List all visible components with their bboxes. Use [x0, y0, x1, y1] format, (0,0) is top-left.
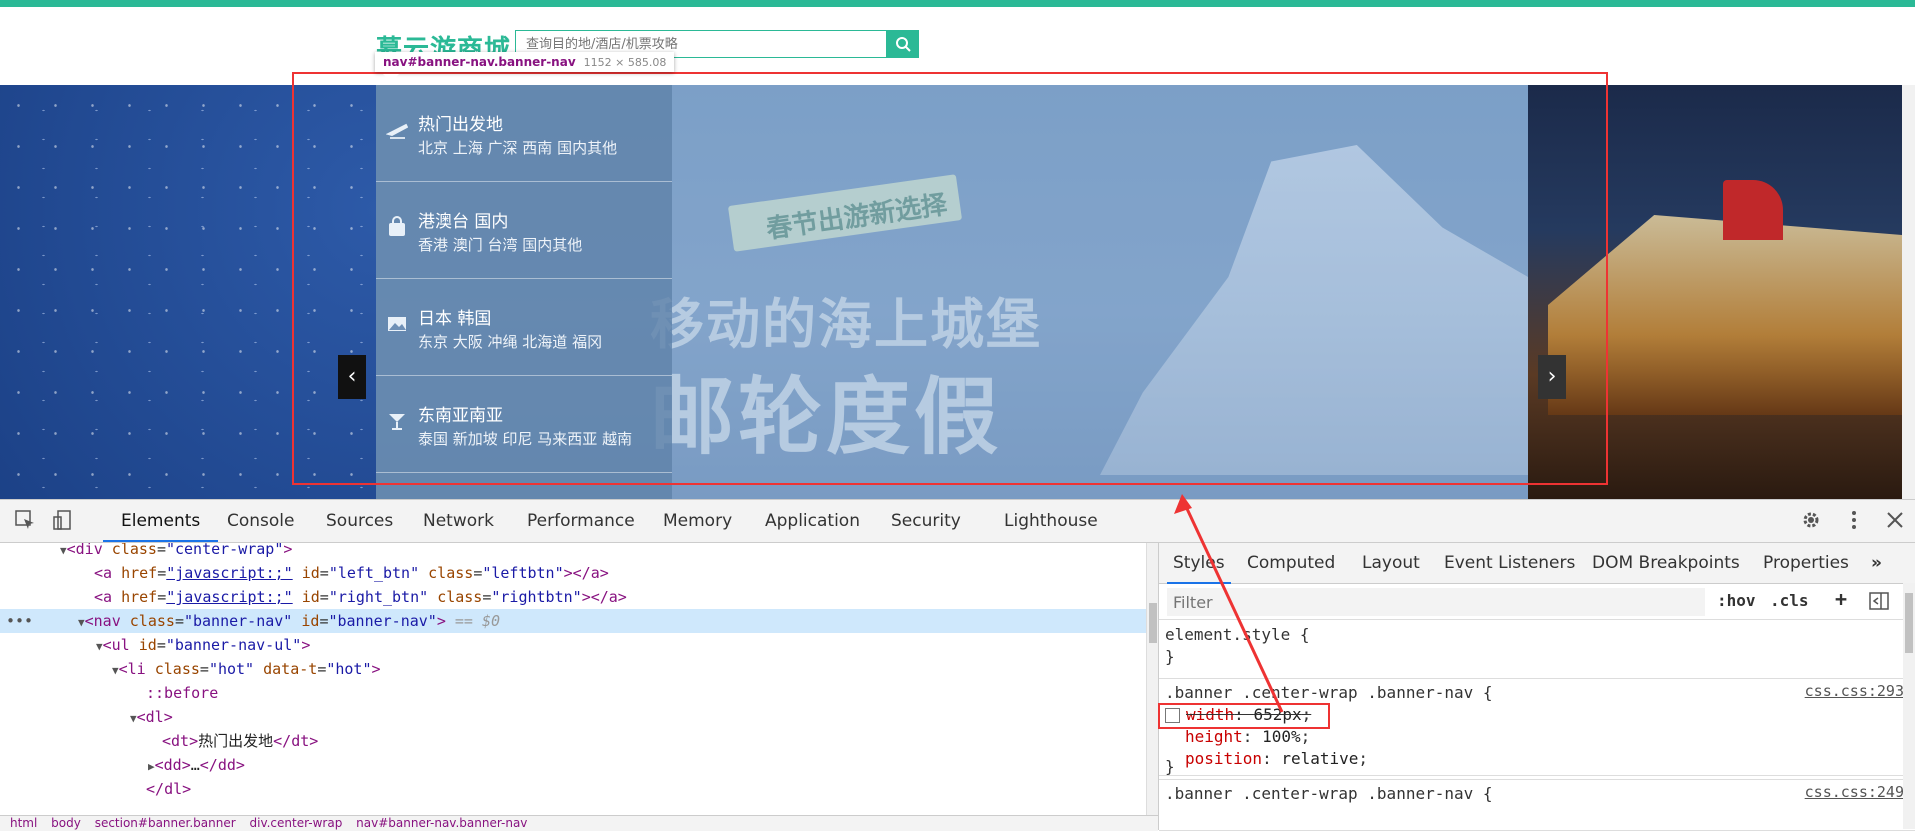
tree-node[interactable]: ▼<div class="center-wrap">: [0, 543, 1146, 561]
breadcrumb-item[interactable]: nav#banner-nav.banner-nav: [356, 816, 527, 830]
tab-application[interactable]: Application: [765, 511, 860, 531]
tab-security[interactable]: Security: [891, 511, 961, 531]
inspect-element-icon[interactable]: [14, 509, 36, 531]
tab-layout[interactable]: Layout: [1362, 553, 1420, 573]
breadcrumb-item[interactable]: html: [10, 816, 37, 830]
rule-close-brace: }: [1165, 757, 1175, 776]
tab-performance[interactable]: Performance: [527, 511, 635, 531]
styles-scrollbar[interactable]: [1903, 583, 1915, 829]
tree-node[interactable]: <a href="javascript:;" id="left_btn" cla…: [0, 561, 1146, 585]
inspect-tooltip: nav#banner-nav.banner-nav 1152 × 585.08: [375, 52, 675, 72]
cls-toggle[interactable]: .cls: [1770, 591, 1809, 610]
tab-sources[interactable]: Sources: [326, 511, 393, 531]
top-accent-bar: [0, 0, 1915, 7]
tree-node[interactable]: ▼<dl>: [0, 705, 1146, 729]
tree-node[interactable]: ▼<ul id="banner-nav-ul">: [0, 633, 1146, 657]
gear-icon[interactable]: [1800, 509, 1822, 531]
devtools-tab-bar: Elements Console Sources Network Perform…: [0, 500, 1915, 543]
tree-node[interactable]: ▼<li class="hot" data-t="hot">: [0, 657, 1146, 681]
inspect-annotation-box: [292, 72, 1608, 485]
hov-toggle[interactable]: :hov: [1717, 591, 1756, 610]
more-tabs-button[interactable]: »: [1871, 553, 1882, 573]
rule-source-link[interactable]: css.css:293: [1805, 682, 1904, 700]
style-rule-banner-nav-2: .banner .center-wrap .banner-nav { css.c…: [1159, 779, 1915, 831]
tab-properties[interactable]: Properties: [1763, 553, 1849, 573]
tree-node[interactable]: ::before: [0, 681, 1146, 705]
tab-elements[interactable]: Elements: [102, 511, 219, 542]
inspect-tooltip-tag: nav#banner-nav.banner-nav: [383, 55, 576, 69]
breadcrumb-item[interactable]: body: [51, 816, 81, 830]
rule-selector[interactable]: .banner .center-wrap .banner-nav {: [1165, 783, 1493, 805]
elements-tree: ▼<div class="center-wrap"> <a href="java…: [0, 543, 1146, 815]
annotation-arrow: [1174, 494, 1284, 713]
ship-funnel: [1723, 180, 1783, 240]
scroll-thumb[interactable]: [1149, 603, 1157, 643]
search-button[interactable]: [887, 30, 919, 58]
new-rule-button[interactable]: +: [1835, 587, 1847, 611]
search-icon: [896, 37, 911, 52]
tab-console[interactable]: Console: [227, 511, 295, 531]
tree-node[interactable]: <a href="javascript:;" id="right_btn" cl…: [0, 585, 1146, 609]
device-toolbar-icon[interactable]: [52, 509, 74, 531]
devtools-panel: Elements Console Sources Network Perform…: [0, 499, 1915, 831]
scroll-thumb[interactable]: [1905, 593, 1913, 653]
tree-node[interactable]: ▶<dd>…</dd>: [0, 753, 1146, 777]
tab-dom-breakpoints[interactable]: DOM Breakpoints: [1592, 553, 1740, 573]
computed-sidebar-icon[interactable]: [1869, 592, 1889, 610]
breadcrumb-item[interactable]: section#banner.banner: [95, 816, 236, 830]
tab-lighthouse[interactable]: Lighthouse: [1004, 511, 1098, 531]
inspect-tooltip-arrow: [383, 74, 399, 82]
inspect-tooltip-dims: 1152 × 585.08: [583, 56, 667, 69]
tab-memory[interactable]: Memory: [663, 511, 732, 531]
breadcrumb-item[interactable]: div.center-wrap: [250, 816, 343, 830]
page-scrollbar[interactable]: [1902, 85, 1915, 499]
close-icon[interactable]: [1884, 509, 1906, 531]
style-declaration-height[interactable]: height: 100%;: [1185, 726, 1310, 748]
tab-network[interactable]: Network: [423, 511, 494, 531]
style-declaration-position[interactable]: position: relative;: [1185, 748, 1368, 770]
tree-node[interactable]: <dt>热门出发地</dt>: [0, 729, 1146, 753]
tree-node[interactable]: </dl>: [0, 777, 1146, 801]
more-dots-icon[interactable]: •••: [6, 609, 33, 633]
tab-event-listeners[interactable]: Event Listeners: [1444, 553, 1575, 573]
tree-node-selected[interactable]: ••• ▼<nav class="banner-nav" id="banner-n…: [0, 609, 1146, 633]
rule-source-link[interactable]: css.css:249: [1805, 783, 1904, 801]
more-vertical-icon[interactable]: [1843, 509, 1865, 531]
